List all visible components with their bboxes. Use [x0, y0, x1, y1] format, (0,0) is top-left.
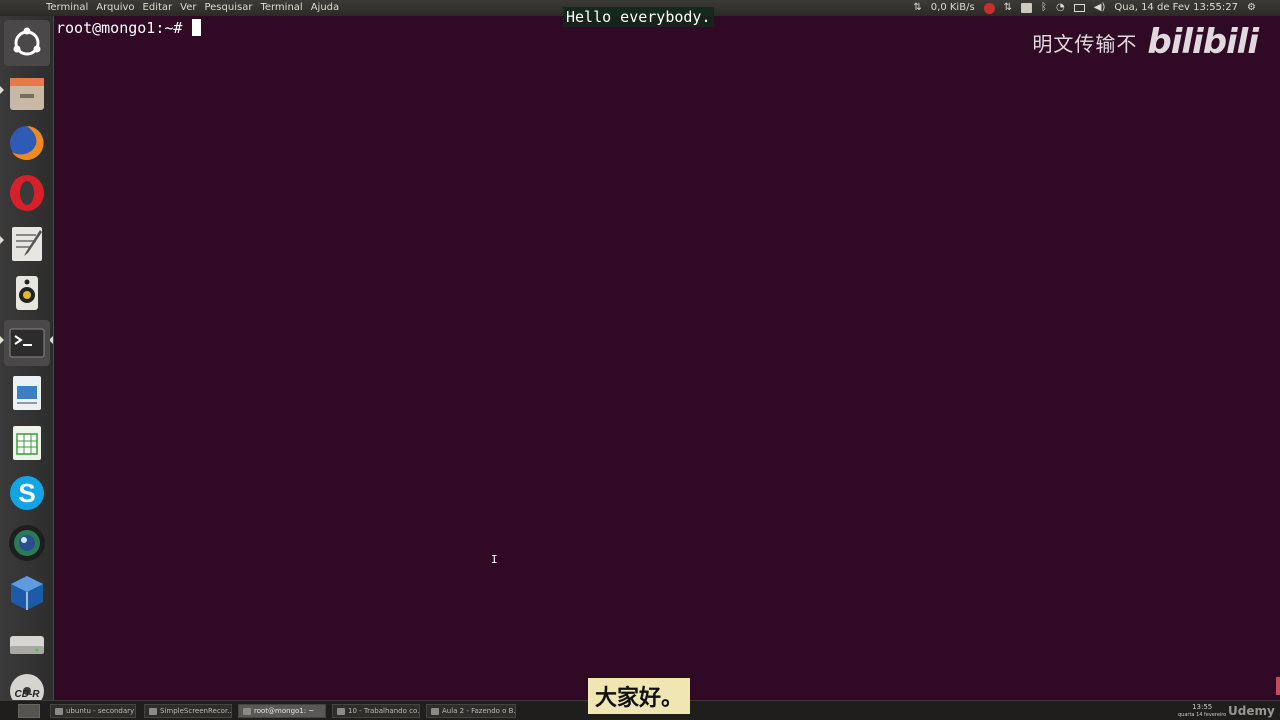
firefox-icon[interactable] — [4, 120, 50, 166]
menu-terminal[interactable]: Terminal — [260, 0, 302, 16]
menu-ver[interactable]: Ver — [180, 0, 196, 16]
menu-editar[interactable]: Editar — [143, 0, 173, 16]
net-speed[interactable]: 0,0 KiB/s — [931, 0, 975, 16]
taskbar-clock-time: 13:55 — [1192, 703, 1213, 711]
libreoffice-impress-icon[interactable] — [4, 370, 50, 416]
subtitle-english: Hello everybody. — [563, 7, 714, 27]
terminal-prompt-line[interactable]: root@mongo1:~# — [56, 19, 202, 37]
virtualbox-icon[interactable] — [4, 570, 50, 616]
network-arrows-icon[interactable]: ⇅ — [1004, 0, 1012, 16]
taskbar-item[interactable]: ubuntu - secondary ... — [50, 704, 136, 718]
window-icon — [243, 707, 251, 715]
window-icon — [337, 707, 345, 715]
gear-icon[interactable]: ⚙ — [1247, 0, 1256, 16]
watermark: 明文传输不 bilibili — [1032, 22, 1259, 62]
taskbar-clock[interactable]: 13:55 quarta 14 fevereiro — [1178, 703, 1226, 719]
taskbar-item[interactable]: Aula 2 - Fazendo o B... — [426, 704, 516, 718]
terminal-icon[interactable] — [4, 320, 50, 366]
transfer-arrows-icon[interactable]: ⇅ — [913, 0, 921, 16]
menu-app-name[interactable]: Terminal — [46, 0, 88, 16]
mail-icon[interactable] — [1073, 4, 1085, 12]
terminal-prompt: root@mongo1:~# — [56, 19, 192, 37]
wifi-icon[interactable]: ◔ — [1056, 0, 1065, 16]
window-edge-marker — [1276, 677, 1280, 695]
bluetooth-icon[interactable]: ᛒ — [1041, 0, 1047, 16]
opera-icon[interactable] — [4, 170, 50, 216]
terminal-window[interactable]: root@mongo1:~# I — [54, 16, 1280, 700]
window-icon — [431, 707, 439, 715]
menu-pesquisar[interactable]: Pesquisar — [204, 0, 252, 16]
launcher: S CD-R — [0, 16, 54, 708]
rhythmbox-icon[interactable] — [4, 270, 50, 316]
record-indicator-icon[interactable] — [983, 2, 995, 14]
udemy-logo: Udemy — [1228, 704, 1275, 718]
files-icon[interactable] — [4, 70, 50, 116]
bilibili-logo: bilibili — [1147, 22, 1259, 62]
taskbar-item[interactable]: 10 - Trabalhando co... — [332, 704, 420, 718]
ubuntu-dash-icon[interactable] — [4, 20, 50, 66]
cd-r-label: CD-R — [15, 689, 41, 700]
mouse-ibeam-cursor: I — [491, 553, 498, 566]
clock[interactable]: Qua, 14 de Fev 13:55:27 — [1114, 0, 1238, 16]
menu-ajuda[interactable]: Ajuda — [311, 0, 339, 16]
skype-icon[interactable]: S — [4, 470, 50, 516]
indicator-area: ⇅ 0,0 KiB/s ⇅ ᛒ ◔ ◀) Qua, 14 de Fev 13:5… — [904, 0, 1256, 16]
libreoffice-calc-icon[interactable] — [4, 420, 50, 466]
taskbar-clock-date: quarta 14 fevereiro — [1178, 712, 1227, 718]
menu-arquivo[interactable]: Arquivo — [96, 0, 134, 16]
taskbar-item[interactable]: SimpleScreenRecor... — [144, 704, 232, 718]
camera-app-icon[interactable] — [4, 520, 50, 566]
subtitle-chinese: 大家好。 — [588, 678, 690, 714]
window-icon — [55, 707, 63, 715]
taskbar-item-active[interactable]: root@mongo1: ~ — [238, 704, 326, 718]
watermark-text: 明文传输不 — [1032, 31, 1138, 56]
app-menu-bar: Terminal Arquivo Editar Ver Pesquisar Te… — [46, 0, 347, 16]
volume-icon[interactable]: ◀) — [1094, 0, 1106, 16]
text-cursor — [192, 19, 202, 36]
keyboard-layout-icon[interactable] — [1021, 3, 1033, 13]
drive-icon[interactable] — [4, 620, 50, 666]
text-editor-icon[interactable] — [4, 220, 50, 266]
svg-text:S: S — [18, 478, 35, 508]
show-desktop-button[interactable] — [18, 704, 40, 718]
window-icon — [149, 707, 157, 715]
